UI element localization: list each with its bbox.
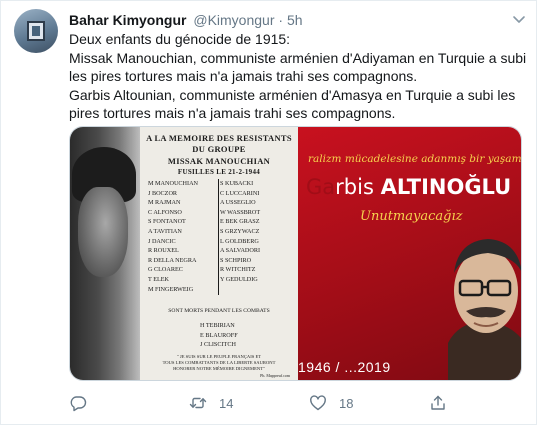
share-icon (431, 395, 445, 410)
plaque-name: C LUCCARINI (220, 189, 260, 197)
poster-name: Garbis ALTINOĞLU (306, 175, 511, 199)
plaque-footer-line: HONORER NOTRE MÉMOIRE DIGNEMENT" (173, 366, 265, 371)
plaque-combat-names: H TEBIRIAN E BLAUROFF J CLISCITCH (200, 321, 238, 350)
plaque-name: E BEK GRASZ (220, 218, 260, 226)
plaque-name: W WASSBROT (220, 208, 261, 216)
plaque-credit: Ph. Mappreuf.com (260, 373, 290, 378)
like-button[interactable]: 18 (309, 393, 353, 413)
plaque-left-column: M MANOUCHIAN J BOCZOR M RAJMAN C ALFONSO… (148, 179, 198, 294)
author-handle[interactable]: @Kimyongur (193, 12, 274, 28)
author-name[interactable]: Bahar Kimyongur (69, 12, 186, 28)
tweet-text-line: Missak Manouchian, communiste arménien d… (69, 49, 527, 85)
heart-icon (310, 395, 326, 411)
tweet-text-line: Deux enfants du génocide de 1915: (69, 31, 291, 47)
retweet-count: 14 (219, 395, 234, 411)
plaque-name: T ELEK (148, 275, 170, 283)
plaque-subheading: DU GROUPE (192, 144, 246, 154)
plaque-divider (218, 179, 219, 295)
chevron-down-icon[interactable] (510, 10, 528, 28)
plaque-name: R DELLA NEGRA (148, 256, 197, 264)
memorial-poster: ralizm mücadelesine adanmış bir yaşam Ga… (298, 127, 522, 380)
tweet-text: Deux enfants du génocide de 1915: Missak… (69, 30, 529, 123)
tweet-header: Bahar Kimyongur @Kimyongur · 5h (69, 11, 303, 29)
reply-button[interactable] (69, 393, 99, 413)
plaque-name: J BOCZOR (148, 189, 178, 197)
tweet-actions: 14 18 (69, 393, 529, 415)
plaque-name: S GRZYWACZ (220, 227, 260, 235)
poster-name-last: ALTINOĞLU (380, 175, 512, 199)
plaque-name: A TAVITIAN (148, 227, 182, 235)
plaque-name: S KUBACKI (220, 180, 254, 187)
avatar-emblem-inner (32, 26, 40, 36)
plaque-name: A USSEGLIO (220, 199, 256, 207)
plaque-combat-line: SONT MORTS PENDANT LES COMBATS (168, 308, 270, 314)
tweet-card[interactable]: Bahar Kimyongur @Kimyongur · 5h Deux enf… (0, 0, 537, 425)
tweet-timestamp[interactable]: 5h (287, 12, 303, 28)
plaque-group-name: MISSAK MANOUCHIAN (167, 156, 271, 166)
plaque-name: S FONTANOT (148, 218, 186, 226)
poster-forget-text: Unutmayacağız (360, 209, 463, 224)
plaque-name: C ALFONSO (148, 208, 182, 216)
poster-slogan: ralizm mücadelesine adanmış bir yaşam (308, 153, 522, 165)
plaque-name: E BLAUROFF (200, 331, 238, 339)
poster-portrait (448, 239, 521, 380)
tweet-media-image[interactable]: A LA MEMOIRE DES RESISTANTS DU GROUPE MI… (69, 126, 522, 381)
portrait-face (78, 187, 128, 277)
poster-name-first-prefix: Ga (306, 175, 336, 199)
plaque-name: Y GEDULDIG (220, 275, 258, 283)
separator-dot: · (278, 12, 284, 28)
reply-icon (70, 396, 87, 412)
retweet-button[interactable]: 14 (189, 393, 233, 413)
plaque-name: A SALVADORI (220, 247, 261, 255)
poster-years: 1946 / ...2019 (298, 359, 391, 375)
plaque-footer-line: TOUS LES COMBATTANTS DE LA LIBERTE SAURO… (162, 360, 276, 365)
share-button[interactable] (429, 393, 447, 413)
avatar[interactable] (14, 9, 58, 53)
plaque-name: M MANOUCHIAN (148, 180, 199, 187)
poster-name-first: rbis (335, 175, 374, 199)
tweet-text-line: Garbis Altounian, communiste arménien d'… (69, 86, 516, 122)
plaque-date: FUSILLES LE 21-2-1944 (177, 168, 261, 176)
like-count: 18 (339, 395, 354, 411)
plaque-name: R WITCHITZ (220, 266, 256, 274)
plaque-name: J DANCIC (148, 237, 176, 245)
plaque-name: H TEBIRIAN (200, 322, 235, 329)
plaque-footer-line: " JE SUIS SUR LE PEUPLE FRANÇAIS ET (176, 354, 262, 359)
retweet-icon (189, 397, 207, 409)
plaque-name: M FINGERWEIG (148, 285, 194, 293)
plaque-right-column: S KUBACKI C LUCCARINI A USSEGLIO W WASSB… (220, 179, 260, 285)
plaque-name: M RAJMAN (148, 199, 181, 207)
plaque-name: R ROUXEL (148, 247, 179, 255)
plaque-name: G CLOAREC (148, 266, 183, 274)
plaque-heading: A LA MEMOIRE DES RESISTANTS (146, 133, 292, 143)
memorial-plaque: A LA MEMOIRE DES RESISTANTS DU GROUPE MI… (140, 127, 298, 380)
portrait-photo-bw (70, 127, 140, 380)
plaque-name: L GOLDBERG (220, 237, 259, 245)
plaque-name: S SCHPIRO (220, 256, 252, 264)
plaque-name: J CLISCITCH (200, 341, 236, 349)
